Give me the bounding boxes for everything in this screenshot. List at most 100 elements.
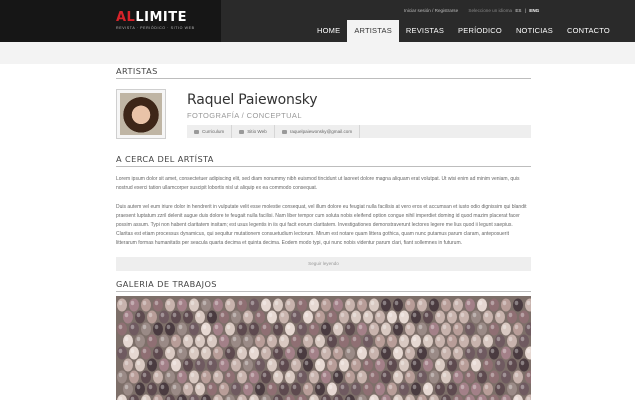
top-links: Iniciar sesión / Registrarse Seleccione … <box>404 8 539 13</box>
gallery-bulb-highlight <box>304 384 309 390</box>
gallery-bulb-highlight <box>358 348 363 354</box>
read-more-button[interactable]: Seguir leyendo <box>116 257 531 271</box>
gallery-bulb <box>285 346 295 360</box>
gallery-bulb <box>513 346 523 360</box>
nav-home[interactable]: HOME <box>310 20 347 42</box>
website-link[interactable]: Sitio Web <box>232 125 275 138</box>
nav-periodico[interactable]: PERÍODICO <box>451 20 509 42</box>
gallery-bulb <box>501 370 511 384</box>
lang-es[interactable]: ES <box>515 8 521 13</box>
gallery-bulb-highlight <box>322 348 327 354</box>
lang-en[interactable]: ENG <box>529 8 539 13</box>
gallery-bulb-highlight <box>424 336 429 342</box>
gallery-bulb-highlight <box>232 336 237 342</box>
gallery-bulb <box>219 358 229 372</box>
gallery-bulb <box>393 346 403 360</box>
gallery-bulb-highlight <box>328 360 333 366</box>
site-logo[interactable]: ALLIMITE REVISTA · PERIÓDICO · SITIO WEB <box>116 11 195 30</box>
gallery-bulb-highlight <box>490 324 495 330</box>
gallery-bulb <box>321 346 331 360</box>
gallery-bulb-highlight <box>196 384 201 390</box>
gallery-bulb <box>273 322 283 336</box>
gallery-bulb-highlight <box>328 312 333 318</box>
logo-main-text: LIMITE <box>135 10 188 25</box>
gallery-bulb <box>393 322 403 336</box>
gallery-bulb <box>339 334 349 348</box>
gallery-bulb <box>393 370 403 384</box>
gallery-bulb <box>387 310 397 324</box>
gallery-bulb-highlight <box>310 300 315 306</box>
gallery-bulb <box>423 334 433 348</box>
gallery-bulb-highlight <box>346 372 351 378</box>
gallery-bulb-highlight <box>472 336 477 342</box>
gallery-bulb <box>225 298 235 312</box>
gallery-bulb <box>411 358 421 372</box>
gallery-bulb <box>117 370 127 384</box>
gallery-bulb-highlight <box>370 300 375 306</box>
gallery-bulb-highlight <box>334 372 339 378</box>
gallery-bulb-highlight <box>148 360 153 366</box>
gallery-bulb-highlight <box>262 324 267 330</box>
gallery-bulb <box>231 382 241 396</box>
gallery-bulb-highlight <box>286 348 291 354</box>
email-link[interactable]: raquelpaiewonsky@gmail.com <box>275 125 361 138</box>
nav-noticias[interactable]: NOTICIAS <box>509 20 560 42</box>
gallery-bulb-highlight <box>412 360 417 366</box>
nav-revistas[interactable]: REVISTAS <box>399 20 451 42</box>
gallery-bulb-highlight <box>460 312 465 318</box>
gallery-bulb <box>147 382 157 396</box>
gallery-bulb-highlight <box>514 300 519 306</box>
gallery-bulb <box>339 310 349 324</box>
gallery-bulb-highlight <box>514 372 519 378</box>
gallery-bulb <box>375 334 385 348</box>
gallery-bulb <box>363 382 373 396</box>
nav-artistas[interactable]: ARTISTAS <box>347 20 399 42</box>
gallery-bulb <box>177 322 187 336</box>
gallery-bulb-highlight <box>202 324 207 330</box>
gallery-bulb <box>243 310 253 324</box>
gallery-bulb-highlight <box>268 312 273 318</box>
gallery-bulb-highlight <box>382 300 387 306</box>
gallery-bulb-highlight <box>430 300 435 306</box>
gallery-bulb <box>495 310 505 324</box>
cv-link[interactable]: Curriculum <box>187 125 233 138</box>
gallery-bulb-highlight <box>292 384 297 390</box>
gallery-bulb <box>495 382 505 396</box>
gallery-bulb-highlight <box>436 360 441 366</box>
gallery-bulb <box>135 382 145 396</box>
about-paragraph-2: Duis autem vel eum iriure dolor in hendr… <box>116 204 527 246</box>
gallery-bulb <box>339 358 349 372</box>
gallery-bulb <box>333 298 343 312</box>
gallery-bulb <box>399 382 409 396</box>
gallery-bulb-highlight <box>454 300 459 306</box>
gallery-bulb <box>417 370 427 384</box>
gallery-bulb-highlight <box>436 336 441 342</box>
gallery-bulb-highlight <box>430 372 435 378</box>
nav-contacto[interactable]: CONTACTO <box>560 20 617 42</box>
gallery-bulb-highlight <box>298 300 303 306</box>
login-link[interactable]: Iniciar sesión / Registrarse <box>404 8 458 13</box>
gallery-bulb-highlight <box>346 348 351 354</box>
gallery-bulb <box>453 322 463 336</box>
gallery-bulb <box>177 370 187 384</box>
gallery-bulb-highlight <box>340 336 345 342</box>
gallery-bulb <box>231 358 241 372</box>
gallery-image[interactable] <box>116 296 531 400</box>
gallery-bulb-highlight <box>220 336 225 342</box>
gallery-bulb-highlight <box>178 372 183 378</box>
gallery-bulb-highlight <box>154 324 159 330</box>
gallery-bulb-highlight <box>280 336 285 342</box>
gallery-bulb <box>123 310 133 324</box>
gallery-bulb-highlight <box>394 324 399 330</box>
gallery-bulb <box>507 334 517 348</box>
gallery-bulb <box>441 346 451 360</box>
gallery-bulb <box>309 346 319 360</box>
gallery-bulb-highlight <box>160 312 165 318</box>
gallery-bulb-highlight <box>352 360 357 366</box>
gallery-bulb <box>417 322 427 336</box>
gallery-bulb <box>435 334 445 348</box>
gallery-bulb-highlight <box>268 360 273 366</box>
site-header: ALLIMITE REVISTA · PERIÓDICO · SITIO WEB… <box>0 0 635 42</box>
gallery-bulb <box>231 310 241 324</box>
gallery-bulb-highlight <box>316 360 321 366</box>
